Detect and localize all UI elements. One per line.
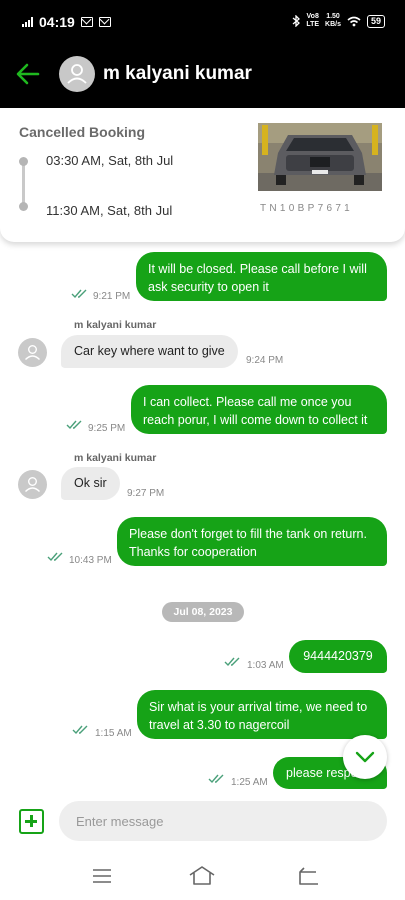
message-time: 9:24 PM [246,355,284,366]
chat-header: m kalyani kumar [0,44,405,108]
message-sender: m kalyani kumar [74,452,157,464]
message-time: 1:15 AM [95,728,132,739]
battery-indicator: 59 [366,14,385,28]
person-icon [25,344,40,361]
outgoing-message[interactable]: Sir what is your arrival time, we need t… [137,690,387,739]
double-check-icon [71,289,87,299]
system-nav-bar [0,852,405,900]
date-separator: Jul 08, 2023 [162,602,244,622]
sender-avatar [18,470,47,499]
sender-avatar [18,338,47,367]
car-image [258,123,382,191]
arrow-left-icon[interactable] [14,60,42,88]
chevron-down-icon [355,751,375,763]
car-plate: TN10BP7671 [260,203,354,214]
signal-icon [22,17,33,27]
message-time: 10:43 PM [69,555,112,566]
booking-end-time: 11:30 AM, Sat, 8th Jul [46,203,173,218]
back-nav-icon[interactable] [296,864,324,888]
status-bar: 04:19 Vo8 LTE 1.50 KB/s 59 [0,0,405,44]
message-sender: m kalyani kumar [74,319,157,331]
wifi-icon [347,16,361,26]
double-check-icon [47,552,63,562]
outgoing-message[interactable]: Please don't forget to fill the tank on … [117,517,387,566]
double-check-icon [224,657,240,667]
outgoing-message[interactable]: 9444420379 [289,640,387,673]
contact-name[interactable]: m kalyani kumar [103,63,252,85]
status-time: 04:19 [39,14,75,30]
message-time: 1:03 AM [247,660,284,671]
contact-avatar[interactable] [59,56,95,92]
booking-card[interactable]: Cancelled Booking 03:30 AM, Sat, 8th Jul… [0,108,405,242]
bluetooth-icon [292,15,301,27]
scroll-to-bottom-button[interactable] [343,735,387,779]
plus-square-icon[interactable] [19,809,44,834]
booking-status: Cancelled Booking [19,124,146,140]
incoming-message[interactable]: Ok sir [61,467,120,500]
outgoing-message[interactable]: I can collect. Please call me once you r… [131,385,387,434]
booking-start-time: 03:30 AM, Sat, 8th Jul [46,153,174,168]
home-icon[interactable] [188,864,216,888]
network-speed: 1.50 KB/s [325,13,341,28]
incoming-message[interactable]: Car key where want to give [61,335,238,368]
person-icon [25,476,40,493]
double-check-icon [72,725,88,735]
message-time: 9:27 PM [127,488,165,499]
double-check-icon [208,774,224,784]
message-icon [98,17,111,27]
outgoing-message[interactable]: It will be closed. Please call before I … [136,252,387,301]
network-type: Vo8 LTE [306,13,320,28]
message-time: 9:21 PM [93,291,131,302]
booking-timeline [19,157,29,211]
mail-icon [80,17,93,27]
message-time: 9:25 PM [88,423,126,434]
menu-icon[interactable] [90,864,118,888]
person-icon [67,64,87,84]
double-check-icon [66,420,82,430]
message-time: 1:25 AM [231,777,268,788]
message-input[interactable] [59,801,387,841]
